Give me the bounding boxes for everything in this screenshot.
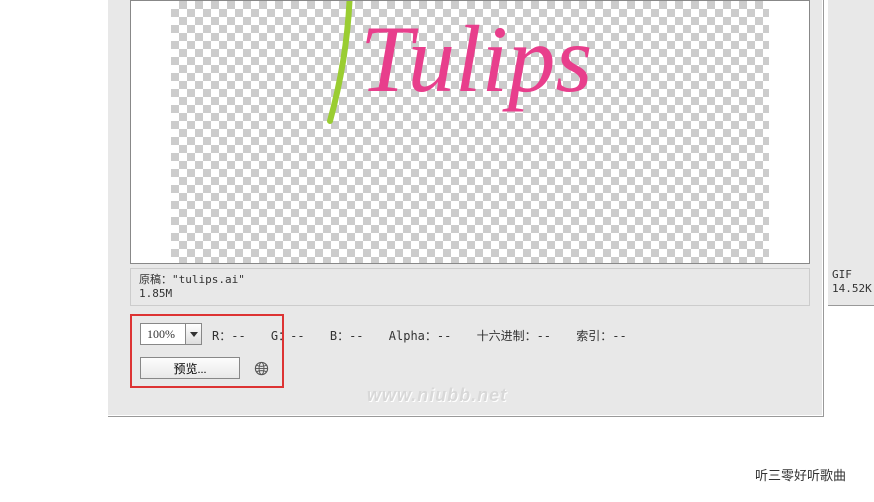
readout-g: G：-- <box>271 329 305 343</box>
right-size: 14.52K <box>832 282 872 296</box>
original-label: 原稿： <box>139 273 172 286</box>
original-filename: "tulips.ai" <box>172 273 245 286</box>
readout-alpha: Alpha：-- <box>389 329 452 343</box>
readout-r: R：-- <box>212 329 246 343</box>
right-preview-panel: GIF 14.52K <box>828 0 874 306</box>
footer-caption: 听三零好听歌曲 <box>755 465 846 484</box>
zoom-dropdown-button[interactable] <box>185 324 201 344</box>
zoom-value: 100% <box>141 327 185 342</box>
right-info: GIF 14.52K <box>832 268 872 296</box>
color-readout: R：-- G：-- B：-- Alpha：-- 十六进制：-- 索引：-- <box>212 327 645 344</box>
logo-text: Tulips <box>360 6 592 112</box>
right-format: GIF <box>832 268 872 282</box>
readout-index: 索引：-- <box>576 329 626 343</box>
original-size: 1.85M <box>139 287 801 301</box>
zoom-dropdown[interactable]: 100% <box>140 323 202 345</box>
browser-preview-button[interactable] <box>250 357 272 379</box>
bottom-controls: 100% R：-- G：-- B：-- Alpha：-- 十六进制：-- 索引：… <box>130 314 810 404</box>
artwork: Tulips <box>300 1 640 151</box>
transparency-grid: Tulips <box>171 1 769 263</box>
original-info-bar: 原稿："tulips.ai" 1.85M <box>130 268 810 306</box>
globe-icon <box>254 361 269 376</box>
preview-button[interactable]: 预览... <box>140 357 240 379</box>
stem-icon <box>330 1 350 121</box>
canvas-viewport[interactable]: Tulips <box>171 1 769 263</box>
chevron-down-icon <box>190 332 198 337</box>
canvas-panel: Tulips <box>130 0 810 264</box>
readout-hex: 十六进制：-- <box>477 329 551 343</box>
app-frame: Tulips 原稿："tulips.ai" 1.85M 100% R：-- G：… <box>108 0 824 417</box>
readout-b: B：-- <box>330 329 364 343</box>
